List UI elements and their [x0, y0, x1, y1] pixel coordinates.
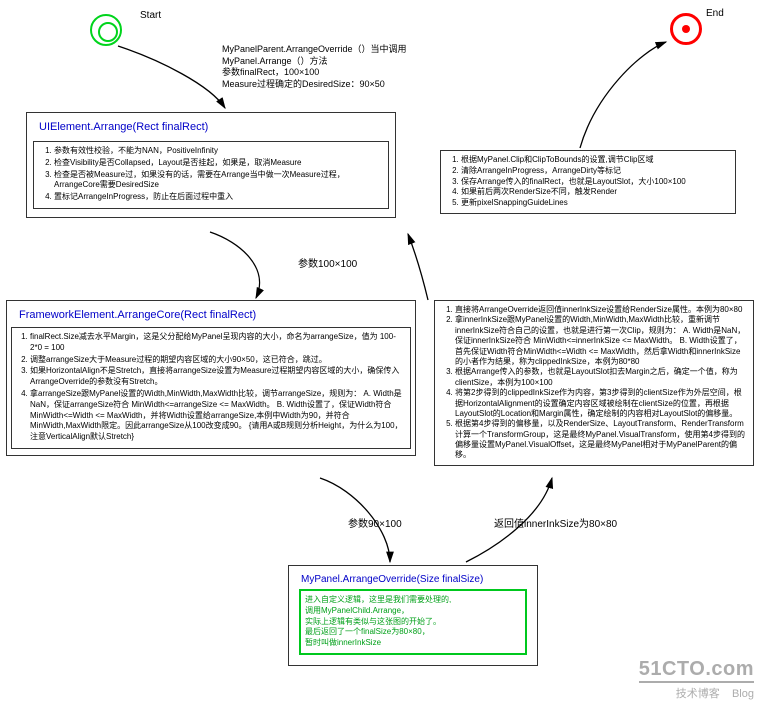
list-item: 清除ArrangeInProgress，ArrangeDirty等标记	[461, 166, 729, 177]
start-label: Start	[140, 10, 161, 21]
end-node	[670, 13, 702, 45]
list-item: 如果HorizontalAlign不是Stretch，直接将arrangeSiz…	[30, 366, 406, 388]
note-line: 参数finalRect，100×100	[222, 67, 407, 79]
body-line: 实际上逻辑有类似与这张图的开始了。	[305, 617, 521, 628]
start-node	[90, 14, 122, 46]
list-item: 拿innerInkSize跟MyPanel设置的Width,MinWidth,M…	[455, 315, 747, 367]
watermark: 51CTO.com 技术博客 Blog	[639, 658, 754, 701]
list-item: 根据MyPanel.Clip和ClipToBounds的设置,调节Clip区域	[461, 155, 729, 166]
list-item: 将第2步得到的clippedInkSize作为内容，第3步得到的clientSi…	[455, 388, 747, 419]
list-item: 拿arrangeSize跟MyPanel设置的Width,MinWidth,Ma…	[30, 389, 406, 443]
list-item: 如果前后两次RenderSize不同，触发Render	[461, 187, 729, 198]
box2-right-list: 直接将ArrangeOverride返回值innerInkSize设置给Rend…	[434, 300, 754, 466]
list-item: 检查是否被Measure过，如果没有的话，需要在Arrange当中做一次Meas…	[54, 170, 382, 192]
body-line: 最后返回了一个finalSize为80×80，	[305, 627, 521, 638]
note-line: MyPanel.Arrange（）方法	[222, 56, 407, 68]
param-100x100: 参数100×100	[298, 255, 357, 270]
note-line: Measure过程确定的DesiredSize：90×50	[222, 79, 407, 91]
box2-title: FrameworkElement.ArrangeCore(Rect finalR…	[7, 301, 415, 325]
box3-title: MyPanel.ArrangeOverride(Size finalSize)	[289, 566, 537, 589]
box3-body: 进入自定义逻辑，这里是我们需要处理的, 调用MyPanelChild.Arran…	[299, 589, 527, 655]
watermark-line2: 技术博客 Blog	[639, 681, 754, 701]
list-item: 参数有效性校验，不能为NAN，PositiveInfinity	[54, 146, 382, 157]
list-item: 检查Visibility是否Collapsed，Layout是否挂起，如果是，取…	[54, 158, 382, 169]
mypanel-arrangeoverride-box: MyPanel.ArrangeOverride(Size finalSize) …	[288, 565, 538, 666]
body-line: 暂时叫做innerInkSize	[305, 638, 521, 649]
uielement-arrange-box: UIElement.Arrange(Rect finalRect) 参数有效性校…	[26, 112, 396, 218]
list-item: 更新pixelSnappingGuideLines	[461, 198, 729, 209]
list-item: 根据第4步得到的偏移量，以及RenderSize、LayoutTransform…	[455, 419, 747, 461]
param-90x100: 参数90×100	[348, 515, 402, 530]
body-line: 进入自定义逻辑，这里是我们需要处理的,	[305, 595, 521, 606]
list-item: 调整arrangeSize大于Measure过程的期望内容区域的大小90×50，…	[30, 355, 406, 366]
box1-left-list: 参数有效性校验，不能为NAN，PositiveInfinity 检查Visibi…	[33, 141, 389, 209]
top-note: MyPanelParent.ArrangeOverride（）当中调用 MyPa…	[222, 44, 407, 91]
watermark-line1: 51CTO.com	[639, 658, 754, 681]
list-item: 根据Arrange传入的参数，也就是LayoutSlot扣去Margin之后，确…	[455, 367, 747, 388]
list-item: 保存Arrange传入的finalRect，也就是LayoutSlot，大小10…	[461, 177, 729, 188]
note-line: MyPanelParent.ArrangeOverride（）当中调用	[222, 44, 407, 56]
list-item: finalRect.Size减去水平Margin，这是父分配给MyPanel呈现…	[30, 332, 406, 354]
list-item: 置标记ArrangeInProgress，防止在后面过程中重入	[54, 192, 382, 203]
box2-left-list: finalRect.Size减去水平Margin，这是父分配给MyPanel呈现…	[11, 327, 411, 449]
box1-title: UIElement.Arrange(Rect finalRect)	[27, 113, 395, 137]
frameworkelement-arrangecore-box: FrameworkElement.ArrangeCore(Rect finalR…	[6, 300, 416, 456]
end-label: End	[706, 8, 724, 19]
list-item: 直接将ArrangeOverride返回值innerInkSize设置给Rend…	[455, 305, 747, 315]
box1-right-list: 根据MyPanel.Clip和ClipToBounds的设置,调节Clip区域 …	[440, 150, 736, 214]
param-return-80x80: 返回值innerInkSize为80×80	[494, 515, 617, 530]
body-line: 调用MyPanelChild.Arrange，	[305, 606, 521, 617]
